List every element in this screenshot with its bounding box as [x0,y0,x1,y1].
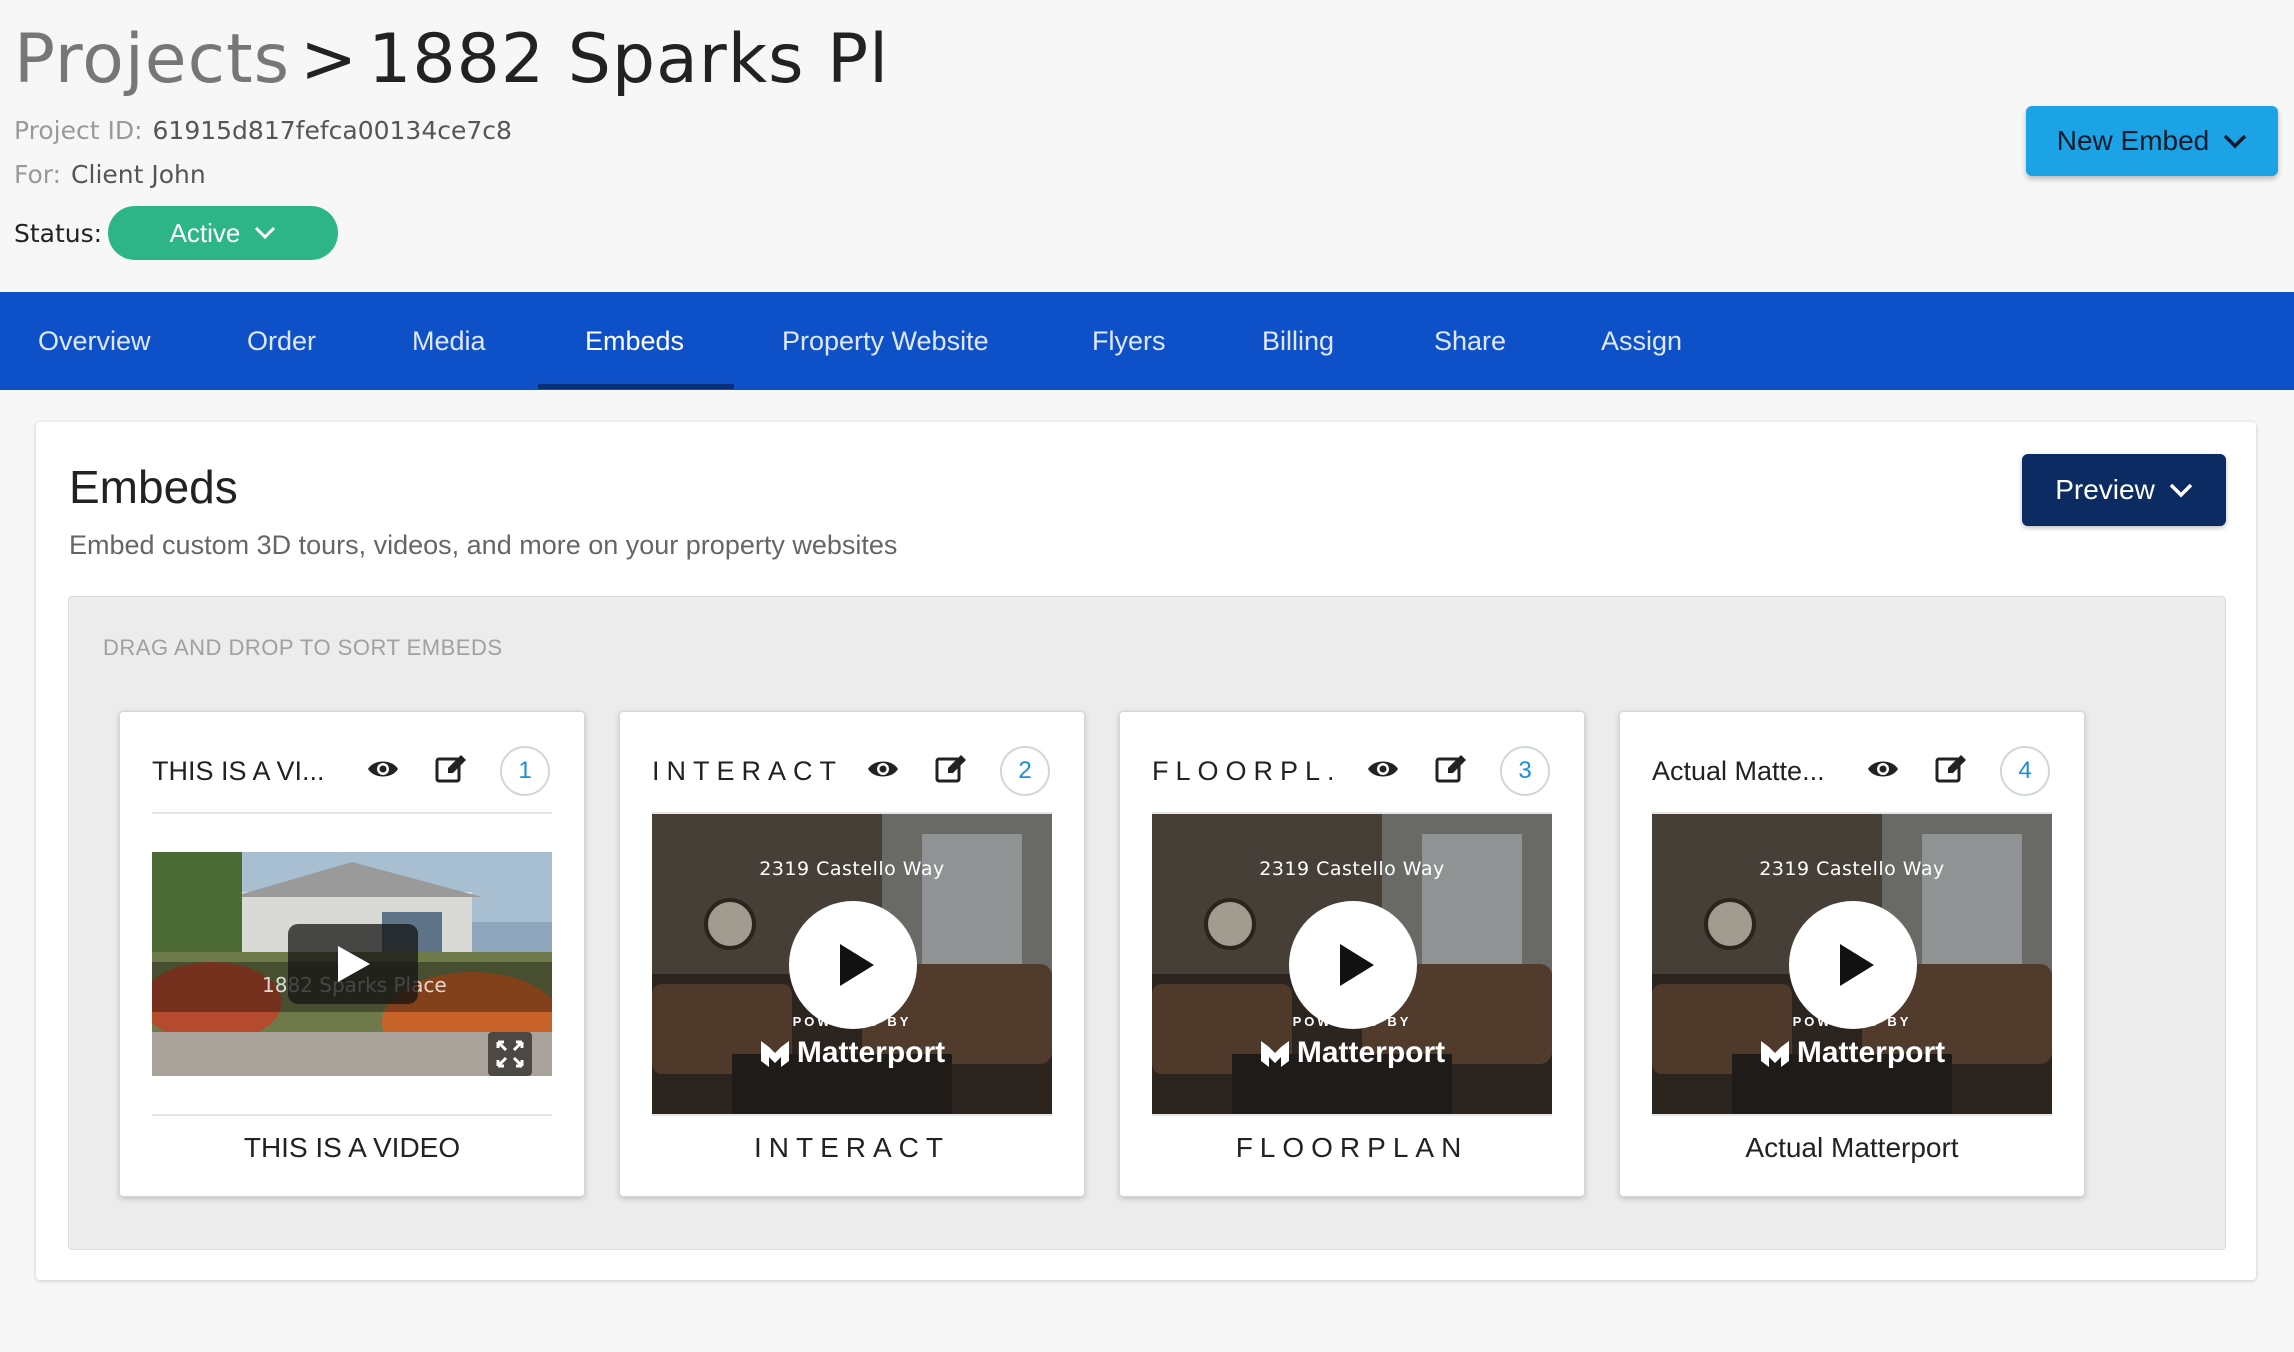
client-label: For: [14,160,62,189]
embed-card-caption: INTERACT [754,1132,950,1163]
embed-card-title: THIS IS A VI... [152,756,325,786]
embed-card-title: Actual Matte... [1652,756,1825,786]
embed-card-title: FLOORPL... [1152,756,1342,786]
embed-order-badge: 4 [2000,746,2050,796]
embed-card-caption: FLOORPLAN [1235,1132,1469,1163]
edit-icon[interactable] [1434,752,1468,786]
matterport-address: 2319 Castello Way [1259,858,1445,880]
matterport-logo-icon [1760,1041,1789,1067]
fullscreen-icon[interactable] [488,1032,532,1076]
eye-icon[interactable] [866,752,900,786]
tab-property-website[interactable]: Property Website [782,292,989,390]
tab-assign[interactable]: Assign [1601,292,1682,390]
embed-sort-area[interactable]: DRAG AND DROP TO SORT EMBEDS THIS IS A V… [68,596,2226,1250]
embed-card-caption: Actual Matterport [1745,1132,1959,1163]
embed-thumbnail[interactable]: 1882 Sparks Place [152,812,552,1116]
matterport-logo: Matterport [1652,1036,2052,1070]
embed-order-badge: 3 [1500,746,1550,796]
embed-card-caption: THIS IS A VIDEO [243,1132,461,1163]
preview-button[interactable]: Preview [2022,454,2226,526]
matterport-address: 2319 Castello Way [759,858,945,880]
edit-icon[interactable] [1934,752,1968,786]
embed-order-badge: 2 [1000,746,1050,796]
tab-overview[interactable]: Overview [38,292,151,390]
embed-thumbnail[interactable]: 2319 Castello Way POWERED BY Matterport [652,812,1052,1116]
project-id-label: Project ID: [14,116,143,145]
tab-order[interactable]: Order [247,292,316,390]
play-icon[interactable] [1288,900,1418,1030]
status-label: Status: [14,219,103,248]
edit-icon[interactable] [934,752,968,786]
chevron-down-icon [255,226,276,240]
breadcrumb-separator: > [300,20,359,99]
tab-billing[interactable]: Billing [1262,292,1334,390]
play-icon[interactable] [788,900,918,1030]
status-dropdown[interactable]: Active [108,206,338,260]
sort-instructions: DRAG AND DROP TO SORT EMBEDS [103,635,503,660]
edit-icon[interactable] [434,752,468,786]
matterport-brand: Matterport [796,1036,946,1069]
eye-icon[interactable] [1866,752,1900,786]
matterport-logo: Matterport [1152,1036,1552,1070]
powered-by-text: POWERED BY [1292,1014,1412,1029]
matterport-logo-icon [1260,1041,1289,1067]
play-icon[interactable] [1788,900,1918,1030]
eye-icon[interactable] [366,752,400,786]
preview-label: Preview [2055,474,2155,505]
embed-card[interactable]: INTERACT 2 2319 Castello Way POWERED BY … [619,711,1085,1197]
eye-icon[interactable] [1366,752,1400,786]
project-tabs: Overview Order Media Embeds Property Web… [0,292,2294,390]
new-embed-label: New Embed [2056,125,2210,156]
matterport-address: 2319 Castello Way [1759,858,1945,880]
embed-card[interactable]: THIS IS A VI... 1 1882 Sparks Pla [119,711,585,1197]
tab-media[interactable]: Media [412,292,486,390]
panel-title: Embeds [69,461,238,513]
matterport-logo-icon [760,1041,789,1067]
project-id-row: Project ID: 61915d817fefca00134ce7c8 [14,116,512,145]
powered-by-text: POWERED BY [792,1014,912,1029]
embed-card[interactable]: Actual Matte... 4 2319 Castello Way POWE… [1619,711,2085,1197]
chevron-down-icon [2224,134,2247,148]
matterport-brand: Matterport [1296,1036,1446,1069]
tab-share[interactable]: Share [1434,292,1506,390]
new-embed-button[interactable]: New Embed [2026,106,2278,176]
embeds-panel: Embeds Embed custom 3D tours, videos, an… [36,422,2256,1280]
embed-thumbnail[interactable]: 2319 Castello Way POWERED BY Matterport [1152,812,1552,1116]
embed-card[interactable]: FLOORPL... 3 2319 Castello Way [1119,711,1585,1197]
embed-order-badge: 1 [500,746,550,796]
breadcrumb-projects-link[interactable]: Projects [14,20,290,99]
powered-by-text: POWERED BY [1792,1014,1912,1029]
status-value: Active [169,217,241,248]
page-title: Projects >1882 Sparks Pl [14,20,889,99]
matterport-logo: Matterport [652,1036,1052,1070]
page-header: Projects >1882 Sparks Pl Project ID: 61915… [0,0,2294,292]
play-icon[interactable] [288,924,418,1004]
matterport-brand: Matterport [1796,1036,1946,1069]
tab-embeds[interactable]: Embeds [585,292,684,390]
tab-flyers[interactable]: Flyers [1092,292,1166,390]
breadcrumb-project-name: 1882 Sparks Pl [368,20,890,99]
project-id-value: 61915d817fefca00134ce7c8 [152,116,512,145]
embed-card-title: INTERACT [652,756,842,786]
client-value: Client John [71,160,206,189]
chevron-down-icon [2169,483,2193,497]
panel-subtitle: Embed custom 3D tours, videos, and more … [69,530,898,560]
active-tab-indicator [538,384,734,389]
client-row: For: Client John [14,160,206,189]
embed-thumbnail[interactable]: 2319 Castello Way POWERED BY Matterport [1652,812,2052,1116]
